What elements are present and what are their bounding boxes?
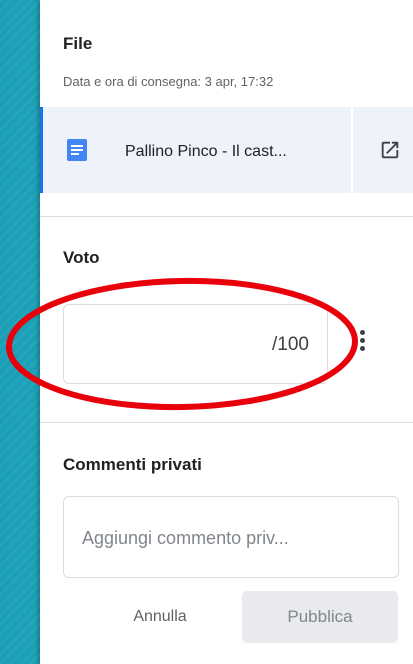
section-divider [40, 216, 413, 217]
private-comment-field[interactable] [63, 496, 399, 578]
private-comment-input[interactable] [80, 521, 384, 555]
cancel-button[interactable]: Annulla [100, 591, 220, 643]
open-in-new-icon[interactable] [379, 139, 401, 161]
comments-section-title: Commenti privati [63, 455, 202, 474]
more-vert-icon[interactable] [356, 330, 368, 360]
file-section-title: File [63, 34, 93, 53]
attachment-row[interactable]: Pallino Pinco - Il cast... [40, 107, 413, 193]
section-divider [40, 422, 413, 423]
attachment-name[interactable]: Pallino Pinco - Il cast... [125, 143, 287, 161]
google-docs-icon [67, 139, 87, 161]
grade-input[interactable]: /100 [63, 304, 328, 384]
attachment-divider [351, 107, 353, 193]
publish-button[interactable]: Pubblica [242, 591, 398, 643]
grade-section-title: Voto [63, 248, 100, 267]
delivery-info: Data e ora di consegna: 3 apr, 17:32 [63, 74, 274, 89]
grade-max-points: /100 [272, 334, 309, 355]
grading-panel: File Data e ora di consegna: 3 apr, 17:3… [40, 0, 413, 664]
